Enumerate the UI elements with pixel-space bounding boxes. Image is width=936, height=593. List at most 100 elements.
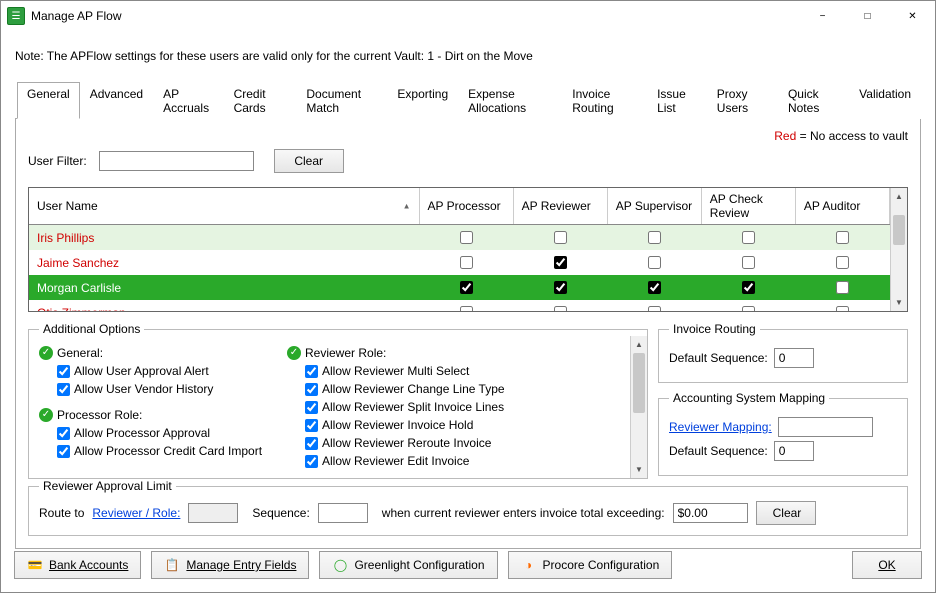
role-checkbox[interactable] [742,306,755,311]
additional-options-legend: Additional Options [39,322,144,336]
tab-general[interactable]: General [17,82,80,119]
opt-allow-user-approval-alert[interactable]: Allow User Approval Alert [57,364,269,378]
check-circle-icon: ✓ [39,408,53,422]
check-circle-icon: ✓ [39,346,53,360]
cell-checkbox [513,300,607,311]
legend: Red = No access to vault [28,129,908,143]
tab-expense-allocations[interactable]: Expense Allocations [458,82,562,119]
col-ap-supervisor[interactable]: AP Supervisor [607,188,701,225]
role-checkbox[interactable] [648,281,661,294]
manage-entry-fields-button[interactable]: 📋 Manage Entry Fields [151,551,309,579]
scroll-up-icon[interactable]: ▲ [891,188,907,205]
invoice-default-seq-label: Default Sequence: [669,351,768,365]
cell-checkbox [419,250,513,275]
col-ap-auditor[interactable]: AP Auditor [795,188,889,225]
role-checkbox[interactable] [742,256,755,269]
ok-button[interactable]: OK [852,551,922,579]
role-checkbox[interactable] [554,281,567,294]
minimize-button[interactable]: − [800,1,845,31]
scroll-down-icon[interactable]: ▼ [631,461,647,478]
cell-checkbox [419,225,513,251]
tab-proxy-users[interactable]: Proxy Users [707,82,778,119]
role-checkbox[interactable] [460,306,473,311]
procore-config-button[interactable]: ◑ Procore Configuration [508,551,673,579]
titlebar: ☰ Manage AP Flow − □ ✕ [1,1,935,31]
tab-document-match[interactable]: Document Match [296,82,387,119]
tab-credit-cards[interactable]: Credit Cards [224,82,297,119]
table-row[interactable]: Otis Zimmerman [29,300,890,311]
cell-checkbox [607,300,701,311]
users-grid: User Name▲ AP Processor AP Reviewer AP S… [28,187,908,312]
invoice-default-seq-input[interactable] [774,348,814,368]
bank-accounts-button[interactable]: 💳 Bank Accounts [14,551,141,579]
tab-exporting[interactable]: Exporting [387,82,458,119]
col-ap-check-review[interactable]: AP Check Review [701,188,795,225]
procore-icon: ◑ [521,557,537,573]
opt-rev-3[interactable]: Allow Reviewer Invoice Hold [305,418,505,432]
mapping-default-seq-input[interactable] [774,441,814,461]
scroll-thumb[interactable] [633,353,645,413]
opt-allow-user-vendor-history[interactable]: Allow User Vendor History [57,382,269,396]
role-checkbox[interactable] [742,281,755,294]
table-row[interactable]: Jaime Sanchez [29,250,890,275]
tab-quick-notes[interactable]: Quick Notes [778,82,849,119]
opt-rev-4[interactable]: Allow Reviewer Reroute Invoice [305,436,505,450]
additional-options-scrollbar[interactable]: ▲ ▼ [630,336,647,478]
tab-invoice-routing[interactable]: Invoice Routing [562,82,647,119]
reviewer-role-link[interactable]: Reviewer / Role: [92,506,180,520]
table-row[interactable]: Morgan Carlisle [29,275,890,300]
role-checkbox[interactable] [554,306,567,311]
opt-rev-1[interactable]: Allow Reviewer Change Line Type [305,382,505,396]
role-checkbox[interactable] [836,306,849,311]
role-checkbox[interactable] [836,256,849,269]
scroll-down-icon[interactable]: ▼ [891,294,907,311]
user-filter-clear-button[interactable]: Clear [274,149,344,173]
role-checkbox[interactable] [648,256,661,269]
grid-header-row: User Name▲ AP Processor AP Reviewer AP S… [29,188,890,225]
col-ap-reviewer[interactable]: AP Reviewer [513,188,607,225]
col-ap-processor[interactable]: AP Processor [419,188,513,225]
role-checkbox[interactable] [648,306,661,311]
opt-rev-0[interactable]: Allow Reviewer Multi Select [305,364,505,378]
user-filter-input[interactable] [99,151,254,171]
col-user-name[interactable]: User Name▲ [29,188,419,225]
role-checkbox[interactable] [648,231,661,244]
opt-allow-processor-cc-import[interactable]: Allow Processor Credit Card Import [57,444,269,458]
rev-limit-clear-button[interactable]: Clear [756,501,816,525]
additional-options-group: Additional Options ✓ General: Allow User… [28,322,648,479]
tab-ap-accruals[interactable]: AP Accruals [153,82,224,119]
role-checkbox[interactable] [554,256,567,269]
reviewer-mapping-input[interactable] [778,417,873,437]
grid-scrollbar[interactable]: ▲ ▼ [890,188,907,311]
opt-allow-processor-approval[interactable]: Allow Processor Approval [57,426,269,440]
reviewer-mapping-link[interactable]: Reviewer Mapping: [669,420,772,434]
reviewer-role-input[interactable] [188,503,238,523]
role-checkbox[interactable] [554,231,567,244]
greenlight-config-button[interactable]: ◯ Greenlight Configuration [319,551,497,579]
opt-rev-5[interactable]: Allow Reviewer Edit Invoice [305,454,505,468]
sequence-input[interactable] [318,503,368,523]
table-row[interactable]: Iris Phillips [29,225,890,251]
cell-checkbox [513,225,607,251]
amount-input[interactable] [673,503,748,523]
tab-advanced[interactable]: Advanced [80,82,153,119]
role-checkbox[interactable] [836,281,849,294]
opt-rev-2[interactable]: Allow Reviewer Split Invoice Lines [305,400,505,414]
scroll-thumb[interactable] [893,215,905,245]
scroll-up-icon[interactable]: ▲ [631,336,647,353]
reviewer-approval-limit-group: Reviewer Approval Limit Route to Reviewe… [28,479,908,536]
role-checkbox[interactable] [460,231,473,244]
tab-validation[interactable]: Validation [849,82,921,119]
legend-red-word: Red [774,129,796,143]
role-checkbox[interactable] [742,231,755,244]
cell-checkbox [701,275,795,300]
tabs: General Advanced AP Accruals Credit Card… [15,81,921,119]
maximize-button[interactable]: □ [845,1,890,31]
close-button[interactable]: ✕ [890,1,935,31]
tab-issue-list[interactable]: Issue List [647,82,707,119]
role-checkbox[interactable] [460,256,473,269]
window-controls: − □ ✕ [800,1,935,31]
accounting-mapping-legend: Accounting System Mapping [669,391,829,405]
role-checkbox[interactable] [836,231,849,244]
role-checkbox[interactable] [460,281,473,294]
